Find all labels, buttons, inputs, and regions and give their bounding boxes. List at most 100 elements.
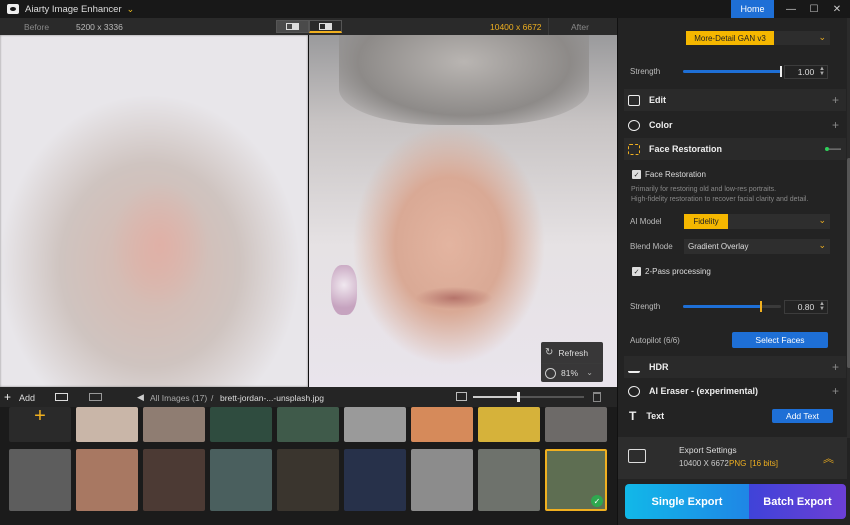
zoom-select[interactable]: 81% ⌄ — [541, 363, 603, 382]
blend-mode-dropdown[interactable]: Gradient Overlay ⌄ — [684, 239, 830, 254]
batch-export-button[interactable]: Batch Export — [749, 484, 846, 519]
single-view-icon — [286, 23, 299, 30]
add-text-button[interactable]: Add Text — [772, 409, 833, 423]
thumbnail[interactable] — [411, 449, 473, 511]
strength-slider-handle[interactable] — [780, 66, 782, 77]
maximize-button[interactable]: ☐ — [803, 0, 825, 18]
plus-icon[interactable]: + — [832, 360, 839, 374]
zoom-panel: ↻ Refresh 81% ⌄ — [541, 342, 603, 382]
single-view-button[interactable] — [276, 20, 309, 33]
strength-label: Strength — [630, 67, 661, 76]
chevron-down-icon: ⌄ — [818, 240, 826, 250]
plus-icon[interactable]: + — [832, 93, 839, 107]
split-handle[interactable] — [308, 35, 309, 387]
close-button[interactable]: ✕ — [826, 0, 848, 18]
face-model-dropdown[interactable]: Fidelity ⌄ — [684, 214, 830, 229]
app-title: Aiarty Image Enhancer — [25, 3, 122, 15]
image-viewer[interactable]: ↻ Refresh 81% ⌄ — [0, 35, 617, 387]
strength-input[interactable]: 1.00 ▲ ▼ — [784, 65, 828, 79]
add-button[interactable]: Add — [19, 393, 35, 403]
export-bits: [16 bits] — [750, 459, 779, 468]
title-bar: Aiarty Image Enhancer ⌄ Home — ☐ ✕ — [0, 0, 850, 18]
back-arrow-icon[interactable]: ◀ — [137, 392, 144, 403]
export-settings[interactable]: Export Settings 10400 X 6672 PNG [16 bit… — [618, 437, 847, 479]
face-strength-label: Strength — [630, 302, 661, 311]
face-strength-input[interactable]: 0.80 ▲ ▼ — [784, 300, 828, 314]
thumbnail-size-slider[interactable] — [473, 396, 584, 398]
thumbnail[interactable] — [344, 449, 406, 511]
thumbnail[interactable] — [411, 407, 473, 442]
thumbnail[interactable] — [277, 407, 339, 442]
palette-icon — [628, 119, 640, 131]
chevron-down-icon: ⌄ — [818, 215, 826, 225]
trash-icon[interactable] — [593, 392, 601, 402]
select-faces-button[interactable]: Select Faces — [732, 332, 828, 348]
spinner-icon[interactable]: ▲ ▼ — [819, 66, 825, 77]
add-image-tile[interactable]: + — [9, 407, 71, 442]
before-label: Before — [24, 22, 50, 32]
slider-handle[interactable] — [517, 392, 520, 402]
strength-slider[interactable] — [683, 70, 781, 73]
thumbnail[interactable] — [545, 407, 607, 442]
plus-icon[interactable]: + — [4, 391, 14, 403]
breadcrumb-all-images[interactable]: All Images (17) — [150, 393, 207, 403]
breadcrumb-separator: / — [211, 393, 214, 403]
section-title: Color — [649, 120, 673, 130]
ai-model-value: More-Detail GAN v3 — [686, 31, 774, 45]
slider-fill — [473, 396, 520, 398]
grid-view-icon[interactable] — [55, 393, 68, 401]
thumbnail[interactable] — [76, 449, 138, 511]
plus-icon[interactable]: + — [832, 118, 839, 132]
face-strength-slider[interactable] — [683, 305, 781, 308]
chevron-up-icon[interactable]: ︽ — [823, 450, 834, 466]
thumbnail[interactable]: ✓ — [545, 449, 607, 511]
section-face-restoration[interactable]: Face Restoration — — [624, 138, 846, 160]
after-image — [309, 35, 617, 387]
strength-value: 1.00 — [797, 67, 815, 77]
face-restoration-label: Face Restoration — [645, 170, 706, 179]
ai-model-dropdown[interactable]: More-Detail GAN v3 ⌄ — [686, 31, 830, 45]
text-tool-icon: T — [629, 409, 637, 423]
hair-region — [339, 35, 589, 125]
export-settings-title: Export Settings — [679, 445, 737, 455]
section-color[interactable]: Color + — [624, 114, 846, 136]
thumbnail[interactable] — [210, 407, 272, 442]
split-view-button[interactable] — [309, 20, 342, 33]
spinner-icon[interactable]: ▲ ▼ — [819, 301, 825, 312]
thumbnail[interactable] — [210, 449, 272, 511]
minus-icon[interactable]: — — [829, 141, 841, 155]
thumbnail[interactable] — [143, 449, 205, 511]
thumbnail[interactable] — [277, 449, 339, 511]
plus-icon[interactable]: + — [832, 384, 839, 398]
section-hdr[interactable]: HDR + — [624, 356, 846, 378]
before-size: 5200 x 3336 — [76, 22, 123, 32]
thumbnail[interactable] — [478, 407, 540, 442]
section-edit[interactable]: Edit + — [624, 89, 846, 111]
chevron-down-icon[interactable]: ⌄ — [127, 4, 135, 15]
thumbnail[interactable] — [76, 407, 138, 442]
thumbnail[interactable] — [9, 449, 71, 511]
two-pass-checkbox[interactable]: ✓ — [632, 267, 641, 276]
refresh-button[interactable]: ↻ Refresh — [541, 343, 603, 362]
export-settings-icon — [628, 449, 646, 463]
face-scan-icon — [628, 143, 640, 155]
thumbnail[interactable] — [478, 449, 540, 511]
section-ai-eraser[interactable]: AI Eraser - (experimental) + — [624, 380, 846, 402]
filmstrip-view-icon[interactable] — [89, 393, 102, 401]
face-strength-handle[interactable] — [760, 301, 762, 312]
ai-model-label: AI Model — [630, 217, 662, 226]
eraser-icon — [628, 385, 640, 397]
refresh-label: Refresh — [558, 347, 589, 358]
face-restoration-checkbox[interactable]: ✓ — [632, 170, 641, 179]
export-size: 10400 X 6672 — [679, 459, 729, 468]
single-export-button[interactable]: Single Export — [625, 484, 749, 519]
section-title: HDR — [649, 362, 669, 372]
thumbnail[interactable] — [344, 407, 406, 442]
home-button[interactable]: Home — [731, 0, 774, 18]
thumbnail[interactable] — [143, 407, 205, 442]
zoom-icon — [545, 367, 556, 379]
edit-icon — [628, 94, 640, 106]
minimize-button[interactable]: — — [780, 0, 802, 18]
gallery-toolbar: + Add ◀ All Images (17) / brett-jordan-.… — [0, 387, 617, 407]
split-view-icon — [319, 22, 332, 30]
